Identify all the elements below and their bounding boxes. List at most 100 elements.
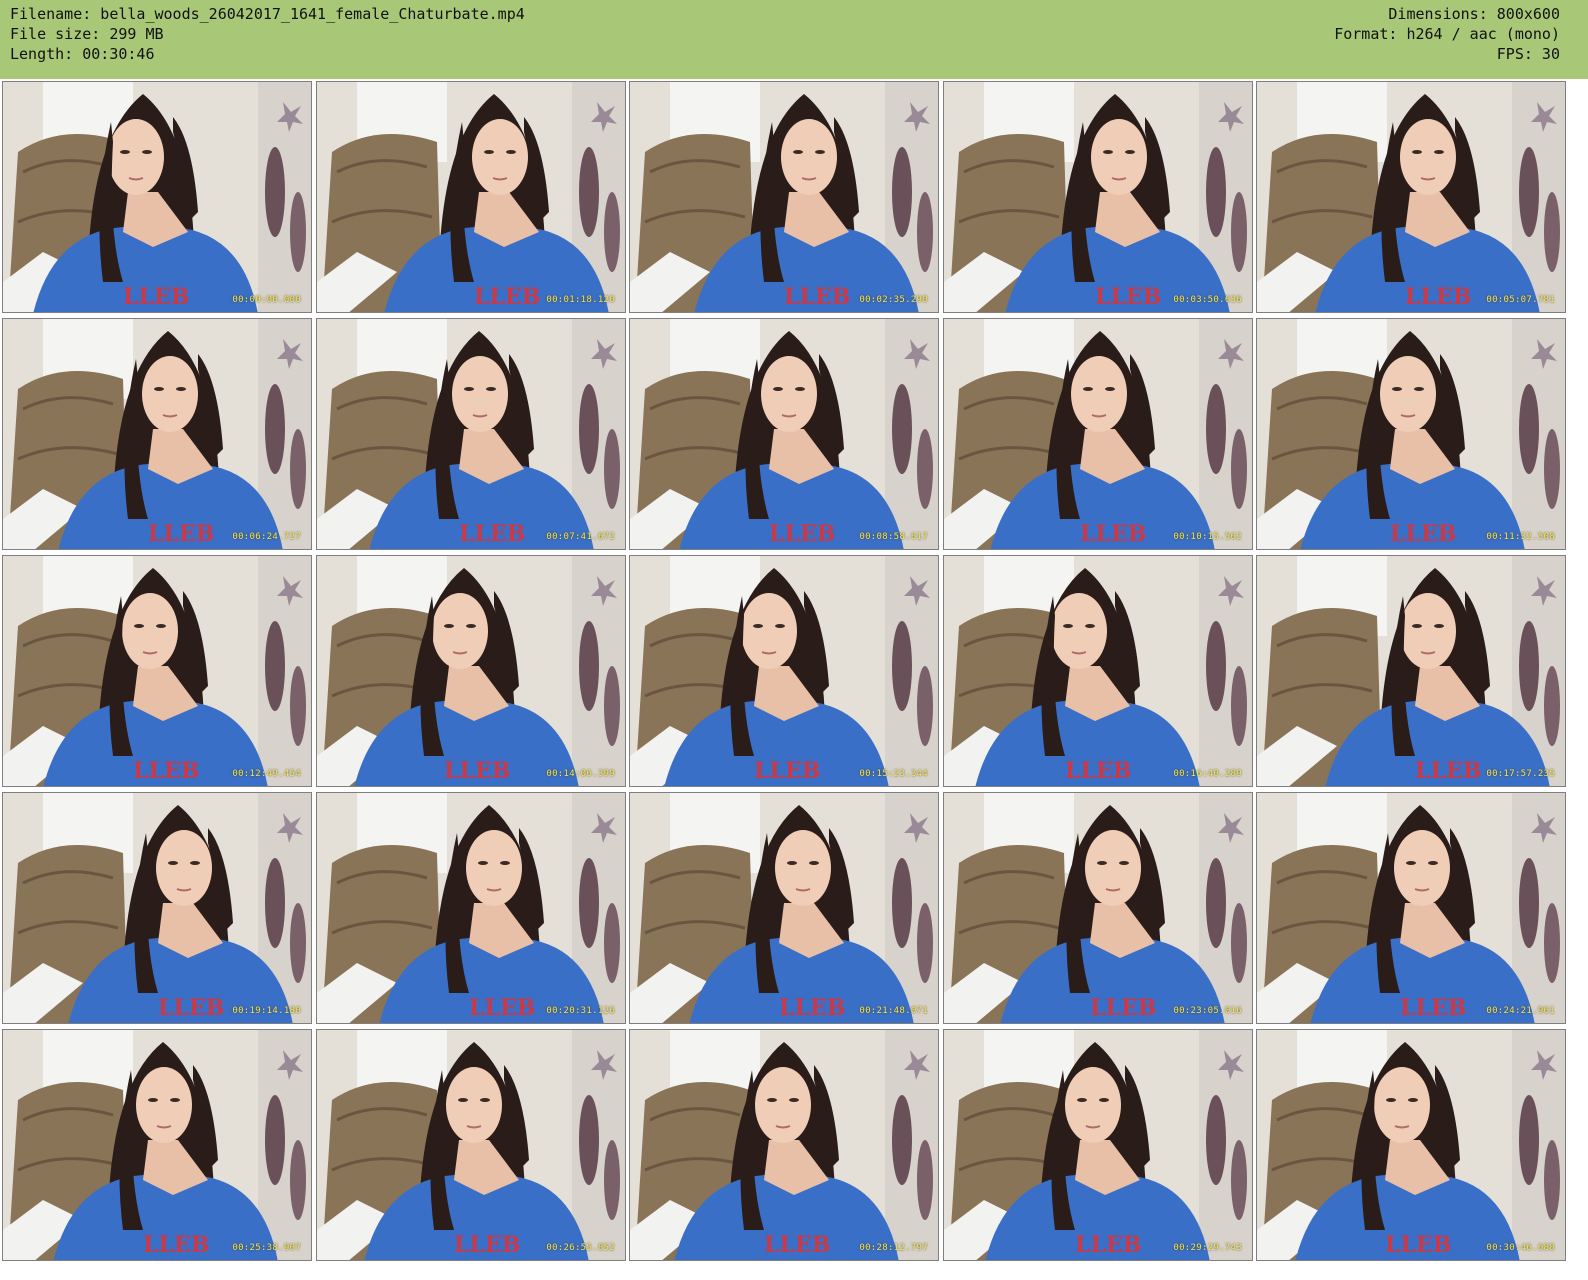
svg-text:LLEB: LLEB bbox=[784, 284, 850, 310]
frame-image: LLEB bbox=[1257, 1030, 1565, 1260]
frame-image: LLEB bbox=[630, 82, 938, 312]
video-thumbnail[interactable]: LLEB 00:00:00.000 bbox=[2, 81, 312, 313]
video-thumbnail[interactable]: LLEB 00:28:12.797 bbox=[629, 1029, 939, 1261]
frame-image: LLEB bbox=[630, 1030, 938, 1260]
svg-text:LLEB: LLEB bbox=[158, 995, 224, 1021]
video-thumbnail[interactable]: LLEB 00:17:57.235 bbox=[1256, 555, 1566, 787]
svg-text:LLEB: LLEB bbox=[148, 521, 214, 547]
svg-text:LLEB: LLEB bbox=[779, 995, 845, 1021]
thumbnail-timestamp: 00:11:32.508 bbox=[1486, 532, 1555, 542]
video-thumbnail[interactable]: LLEB 00:24:21.961 bbox=[1256, 792, 1566, 1024]
filesize-text: File size: 299 MB bbox=[10, 25, 164, 43]
thumbnail-timestamp: 00:19:14.180 bbox=[232, 1006, 301, 1016]
video-thumbnail[interactable]: LLEB 00:07:41.672 bbox=[316, 318, 626, 550]
thumbnail-timestamp: 00:24:21.961 bbox=[1486, 1006, 1555, 1016]
video-thumbnail[interactable]: LLEB 00:02:35.290 bbox=[629, 81, 939, 313]
video-thumbnail[interactable]: LLEB 00:05:07.781 bbox=[1256, 81, 1566, 313]
video-thumbnail[interactable]: LLEB 00:15:23.344 bbox=[629, 555, 939, 787]
thumbnail-timestamp: 00:30:46.688 bbox=[1486, 1243, 1555, 1253]
svg-text:LLEB: LLEB bbox=[469, 995, 535, 1021]
svg-text:LLEB: LLEB bbox=[764, 1232, 830, 1258]
video-thumbnail[interactable]: LLEB 00:03:50.636 bbox=[943, 81, 1253, 313]
svg-text:LLEB: LLEB bbox=[1080, 521, 1146, 547]
info-header: Filename: bella_woods_26042017_1641_fema… bbox=[0, 0, 1588, 79]
svg-text:LLEB: LLEB bbox=[143, 1232, 209, 1258]
svg-text:LLEB: LLEB bbox=[1065, 758, 1131, 784]
video-thumbnail[interactable]: LLEB 00:08:58.617 bbox=[629, 318, 939, 550]
video-thumbnail[interactable]: LLEB 00:23:05.016 bbox=[943, 792, 1253, 1024]
svg-text:LLEB: LLEB bbox=[454, 1232, 520, 1258]
file-info-left: Filename: bella_woods_26042017_1641_fema… bbox=[10, 4, 525, 64]
video-thumbnail[interactable]: LLEB 00:26:55.852 bbox=[316, 1029, 626, 1261]
frame-image: LLEB bbox=[630, 793, 938, 1023]
frame-image: LLEB bbox=[944, 793, 1252, 1023]
frame-image: LLEB bbox=[630, 319, 938, 549]
video-thumbnail[interactable]: LLEB 00:10:15.562 bbox=[943, 318, 1253, 550]
video-thumbnail[interactable]: LLEB 00:12:49.454 bbox=[2, 555, 312, 787]
frame-image: LLEB bbox=[944, 1030, 1252, 1260]
frame-image: LLEB bbox=[1257, 556, 1565, 786]
video-thumbnail[interactable]: LLEB 00:11:32.508 bbox=[1256, 318, 1566, 550]
video-thumbnail[interactable]: LLEB 00:16:40.289 bbox=[943, 555, 1253, 787]
frame-image: LLEB bbox=[1257, 82, 1565, 312]
video-thumbnail[interactable]: LLEB 00:29:29.743 bbox=[943, 1029, 1253, 1261]
video-thumbnail[interactable]: LLEB 00:25:38.907 bbox=[2, 1029, 312, 1261]
thumbnail-timestamp: 00:17:57.235 bbox=[1486, 769, 1555, 779]
frame-image: LLEB bbox=[317, 793, 625, 1023]
thumbnail-timestamp: 00:26:55.852 bbox=[546, 1243, 615, 1253]
frame-image: LLEB bbox=[944, 319, 1252, 549]
thumbnail-timestamp: 00:25:38.907 bbox=[232, 1243, 301, 1253]
frame-image: LLEB bbox=[1257, 319, 1565, 549]
svg-text:LLEB: LLEB bbox=[1095, 284, 1161, 310]
thumbnail-timestamp: 00:23:05.016 bbox=[1173, 1006, 1242, 1016]
frame-image: LLEB bbox=[317, 82, 625, 312]
svg-text:LLEB: LLEB bbox=[754, 758, 820, 784]
svg-text:LLEB: LLEB bbox=[133, 758, 199, 784]
thumbnail-timestamp: 00:29:29.743 bbox=[1173, 1243, 1242, 1253]
thumbnail-timestamp: 00:16:40.289 bbox=[1173, 769, 1242, 779]
thumbnail-timestamp: 00:06:24.727 bbox=[232, 532, 301, 542]
frame-image: LLEB bbox=[317, 1030, 625, 1260]
svg-text:LLEB: LLEB bbox=[474, 284, 540, 310]
thumbnail-timestamp: 00:01:18.120 bbox=[546, 295, 615, 305]
svg-text:LLEB: LLEB bbox=[1075, 1232, 1141, 1258]
thumbnail-timestamp: 00:14:06.399 bbox=[546, 769, 615, 779]
svg-text:LLEB: LLEB bbox=[1090, 995, 1156, 1021]
thumbnail-timestamp: 00:02:35.290 bbox=[859, 295, 928, 305]
fps-text: FPS: 30 bbox=[1496, 45, 1560, 63]
video-thumbnail[interactable]: LLEB 00:14:06.399 bbox=[316, 555, 626, 787]
filename-text: Filename: bella_woods_26042017_1641_fema… bbox=[10, 5, 525, 23]
svg-text:LLEB: LLEB bbox=[1405, 284, 1471, 310]
frame-image: LLEB bbox=[3, 319, 311, 549]
svg-text:LLEB: LLEB bbox=[1390, 521, 1456, 547]
format-text: Format: h264 / aac (mono) bbox=[1334, 25, 1560, 43]
frame-image: LLEB bbox=[317, 319, 625, 549]
svg-text:LLEB: LLEB bbox=[1385, 1232, 1451, 1258]
frame-image: LLEB bbox=[944, 82, 1252, 312]
svg-text:LLEB: LLEB bbox=[459, 521, 525, 547]
video-thumbnail[interactable]: LLEB 00:30:46.688 bbox=[1256, 1029, 1566, 1261]
thumbnail-timestamp: 00:12:49.454 bbox=[232, 769, 301, 779]
svg-text:LLEB: LLEB bbox=[769, 521, 835, 547]
thumbnail-timestamp: 00:15:23.344 bbox=[859, 769, 928, 779]
thumbnail-timestamp: 00:28:12.797 bbox=[859, 1243, 928, 1253]
video-thumbnail[interactable]: LLEB 00:20:31.126 bbox=[316, 792, 626, 1024]
length-text: Length: 00:30:46 bbox=[10, 45, 155, 63]
svg-text:LLEB: LLEB bbox=[1400, 995, 1466, 1021]
thumbnail-timestamp: 00:20:31.126 bbox=[546, 1006, 615, 1016]
svg-text:LLEB: LLEB bbox=[1415, 758, 1481, 784]
thumbnail-timestamp: 00:03:50.636 bbox=[1173, 295, 1242, 305]
video-thumbnail[interactable]: LLEB 00:01:18.120 bbox=[316, 81, 626, 313]
thumbnail-timestamp: 00:07:41.672 bbox=[546, 532, 615, 542]
frame-image: LLEB bbox=[3, 82, 311, 312]
video-thumbnail[interactable]: LLEB 00:19:14.180 bbox=[2, 792, 312, 1024]
svg-text:LLEB: LLEB bbox=[444, 758, 510, 784]
thumbnail-timestamp: 00:05:07.781 bbox=[1486, 295, 1555, 305]
thumbnail-timestamp: 00:10:15.562 bbox=[1173, 532, 1242, 542]
file-info-right: Dimensions: 800x600 Format: h264 / aac (… bbox=[1334, 4, 1560, 64]
video-thumbnail[interactable]: LLEB 00:06:24.727 bbox=[2, 318, 312, 550]
video-thumbnail[interactable]: LLEB 00:21:48.071 bbox=[629, 792, 939, 1024]
thumbnail-timestamp: 00:08:58.617 bbox=[859, 532, 928, 542]
dimensions-text: Dimensions: 800x600 bbox=[1388, 5, 1560, 23]
frame-image: LLEB bbox=[3, 1030, 311, 1260]
